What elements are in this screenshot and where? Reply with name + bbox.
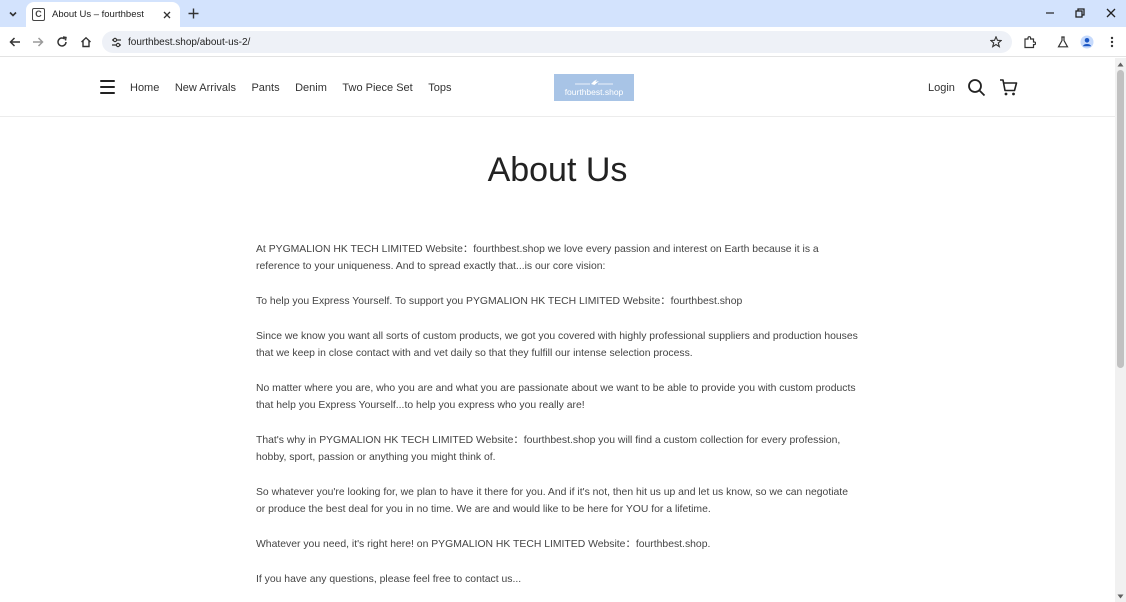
page-viewport: Home New Arrivals Pants Denim Two Piece … bbox=[0, 58, 1115, 602]
paragraph-intro: At PYGMALION HK TECH LIMITED Website：fou… bbox=[256, 244, 819, 272]
about-content: At PYGMALION HK TECH LIMITED Website：fou… bbox=[256, 241, 860, 602]
menu-toggle-button[interactable] bbox=[100, 80, 115, 94]
nav-link-tops[interactable]: Tops bbox=[428, 80, 451, 96]
tab-close-button[interactable] bbox=[160, 8, 174, 22]
address-bar[interactable]: fourthbest.shop/about-us-2/ bbox=[102, 31, 1012, 53]
login-link[interactable]: Login bbox=[928, 80, 955, 96]
paragraph-suppliers: Since we know you want all sorts of cust… bbox=[256, 331, 858, 359]
home-icon bbox=[81, 36, 91, 48]
puzzle-icon bbox=[1023, 35, 1036, 48]
close-window-button[interactable] bbox=[1100, 4, 1122, 22]
arrow-right-icon bbox=[33, 37, 44, 47]
site-logo[interactable]: fourthbest.shop bbox=[554, 74, 634, 101]
home-button[interactable] bbox=[77, 33, 95, 51]
restore-icon bbox=[1075, 8, 1085, 18]
page-scrollbar[interactable] bbox=[1115, 58, 1126, 602]
paragraph-contact: If you have any questions, please feel f… bbox=[256, 574, 522, 585]
scroll-up-button[interactable] bbox=[1117, 60, 1124, 68]
browser-tabstrip: C About Us – fourthbest bbox=[0, 0, 1126, 27]
avatar-icon bbox=[1080, 35, 1094, 49]
back-button[interactable] bbox=[6, 33, 24, 51]
browser-tab-active[interactable]: C About Us – fourthbest bbox=[26, 2, 180, 27]
browser-toolbar: fourthbest.shop/about-us-2/ bbox=[0, 27, 1126, 57]
reload-button[interactable] bbox=[53, 33, 71, 51]
minimize-button[interactable] bbox=[1039, 4, 1061, 22]
plus-icon bbox=[188, 8, 198, 18]
nav-link-pants[interactable]: Pants bbox=[251, 80, 279, 96]
main-nav: Home New Arrivals Pants Denim Two Piece … bbox=[130, 80, 467, 96]
tune-icon bbox=[111, 37, 121, 47]
triangle-up-icon bbox=[1117, 62, 1124, 66]
nav-link-home[interactable]: Home bbox=[130, 80, 159, 96]
paragraph-express: To help you Express Yourself. To support… bbox=[256, 296, 743, 307]
extensions-button[interactable] bbox=[1020, 33, 1038, 51]
forward-button[interactable] bbox=[29, 33, 47, 51]
chevron-down-icon bbox=[9, 11, 17, 17]
bookmark-button[interactable] bbox=[988, 34, 1004, 50]
paragraph-whatever-looking: So whatever you're looking for, we plan … bbox=[256, 487, 848, 515]
flask-icon bbox=[1057, 36, 1069, 48]
site-info-button[interactable] bbox=[109, 35, 123, 49]
search-button[interactable] bbox=[967, 78, 986, 97]
nav-link-denim[interactable]: Denim bbox=[295, 80, 327, 96]
scrollbar-thumb[interactable] bbox=[1117, 70, 1124, 368]
new-tab-button[interactable] bbox=[185, 5, 201, 21]
arrow-left-icon bbox=[9, 37, 20, 47]
labs-button[interactable] bbox=[1054, 33, 1072, 51]
close-icon bbox=[163, 11, 171, 18]
site-header: Home New Arrivals Pants Denim Two Piece … bbox=[0, 58, 1115, 117]
more-vertical-icon bbox=[1110, 36, 1114, 48]
nav-link-two-piece-set[interactable]: Two Piece Set bbox=[342, 80, 412, 96]
star-icon bbox=[990, 36, 1002, 48]
paragraph-right-here: Whatever you need, it's right here! on P… bbox=[256, 539, 711, 550]
page-title: About Us bbox=[487, 151, 628, 189]
paragraph-no-matter: No matter where you are, who you are and… bbox=[256, 383, 856, 411]
search-icon bbox=[968, 79, 986, 97]
profile-button[interactable] bbox=[1078, 33, 1096, 51]
browser-menu-button[interactable] bbox=[1103, 33, 1121, 51]
cart-icon bbox=[1000, 79, 1018, 96]
cart-button[interactable] bbox=[999, 78, 1018, 97]
url-text: fourthbest.shop/about-us-2/ bbox=[128, 36, 251, 48]
nav-link-new-arrivals[interactable]: New Arrivals bbox=[175, 80, 236, 96]
minimize-icon bbox=[1046, 12, 1054, 14]
logo-text: fourthbest.shop bbox=[564, 87, 624, 97]
restore-button[interactable] bbox=[1069, 4, 1091, 22]
scroll-down-button[interactable] bbox=[1117, 592, 1124, 600]
tab-search-button[interactable] bbox=[4, 5, 22, 23]
hamburger-icon bbox=[100, 80, 115, 82]
tab-title: About Us – fourthbest bbox=[52, 9, 144, 20]
site-favicon-icon: C bbox=[32, 8, 45, 21]
paragraph-collection: That's why in PYGMALION HK TECH LIMITED … bbox=[256, 435, 841, 463]
close-icon bbox=[1106, 8, 1116, 18]
triangle-down-icon bbox=[1117, 594, 1124, 598]
reload-icon bbox=[57, 36, 67, 47]
bird-logo-icon bbox=[575, 79, 613, 85]
